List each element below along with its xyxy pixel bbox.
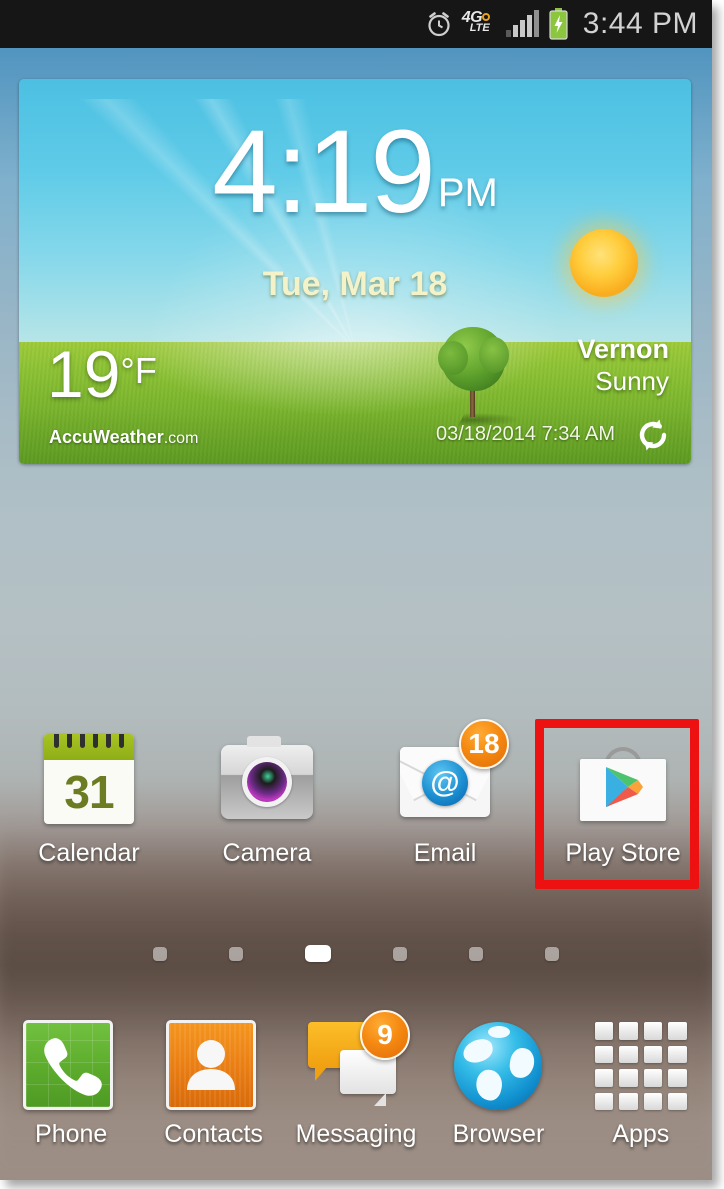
- accuweather-brand[interactable]: AccuWeather.com: [49, 427, 198, 448]
- brand-suffix: .com: [163, 430, 199, 447]
- page-dot-3-active[interactable]: [305, 945, 331, 962]
- dock-label-phone: Phone: [35, 1120, 108, 1148]
- app-label-camera: Camera: [222, 839, 312, 867]
- messaging-icon[interactable]: 9: [308, 1010, 411, 1112]
- dock-label-apps: Apps: [612, 1120, 670, 1148]
- app-icon-play-store[interactable]: Play Store: [534, 718, 712, 890]
- last-updated-text: 03/18/2014 7:34 AM: [435, 423, 615, 445]
- camera-icon[interactable]: [219, 731, 315, 827]
- messaging-unread-badge: 9: [360, 1010, 411, 1060]
- dock-label-browser: Browser: [452, 1120, 545, 1148]
- phone-screen: 4G LTE 3:44 PM 4:19 PM Tue, Mar 18 19°F …: [0, 0, 712, 1180]
- email-unread-badge: 18: [459, 719, 509, 769]
- dock-label-messaging: Messaging: [295, 1120, 417, 1148]
- lte-label: LTE: [469, 22, 490, 34]
- city-name: Vernon: [577, 334, 669, 364]
- calendar-day-number: 31: [64, 766, 114, 818]
- email-icon[interactable]: @ 18: [397, 719, 509, 827]
- page-indicator: [0, 945, 712, 962]
- status-bar-clock: 3:44 PM: [582, 7, 698, 40]
- play-triangle-icon: [606, 766, 643, 807]
- battery-charging-icon: [548, 8, 569, 40]
- weather-clock-widget[interactable]: 4:19 PM Tue, Mar 18 19°F Vernon Sunny Acc…: [19, 79, 691, 464]
- app-label-email: Email: [413, 839, 477, 867]
- play-store-icon[interactable]: [575, 731, 671, 827]
- widget-clock-time: 4:19: [212, 106, 436, 238]
- app-grid-row: 31 Calendar Camera @ 18 Email Play Store: [0, 718, 712, 890]
- weather-condition: Sunny: [595, 365, 669, 396]
- phone-icon[interactable]: [23, 1020, 119, 1112]
- at-symbol: @: [422, 760, 468, 807]
- temperature-value: 19: [47, 337, 121, 411]
- dock-item-messaging[interactable]: 9 Messaging: [285, 1010, 427, 1180]
- tree-graphic: [437, 327, 524, 427]
- contacts-icon[interactable]: [165, 1020, 262, 1112]
- calendar-icon[interactable]: 31: [41, 731, 137, 827]
- status-bar: 4G LTE 3:44 PM: [0, 0, 712, 48]
- dock-item-phone[interactable]: Phone: [0, 1014, 142, 1180]
- apps-grid-icon[interactable]: [593, 1020, 689, 1112]
- alarm-clock-icon: [425, 10, 453, 38]
- signal-bars-icon: [505, 10, 539, 38]
- widget-clock-ampm: PM: [437, 171, 498, 215]
- page-dot-2[interactable]: [229, 946, 243, 961]
- refresh-icon[interactable]: [634, 416, 672, 454]
- app-icon-email[interactable]: @ 18 Email: [356, 718, 534, 890]
- browser-icon[interactable]: [450, 1020, 546, 1112]
- dock-item-apps[interactable]: Apps: [570, 1014, 712, 1180]
- dock-bar: Phone Contacts 9 Messaging Browser Apps: [0, 1010, 712, 1180]
- app-label-calendar: Calendar: [38, 839, 140, 867]
- page-dot-4[interactable]: [393, 946, 407, 961]
- app-label-play-store: Play Store: [565, 839, 681, 867]
- app-icon-camera[interactable]: Camera: [178, 718, 356, 890]
- dock-item-browser[interactable]: Browser: [427, 1014, 569, 1180]
- app-icon-calendar[interactable]: 31 Calendar: [0, 718, 178, 890]
- dock-label-contacts: Contacts: [164, 1120, 263, 1148]
- page-dot-5[interactable]: [469, 946, 483, 961]
- temperature-unit: °F: [120, 350, 157, 391]
- 4g-dot: [481, 13, 490, 21]
- brand-name: AccuWeather: [49, 427, 164, 447]
- 4g-lte-icon: 4G LTE: [462, 9, 496, 38]
- page-dot-6[interactable]: [545, 946, 559, 961]
- page-dot-1[interactable]: [153, 946, 167, 961]
- widget-temperature: 19°F: [47, 341, 157, 407]
- widget-location: Vernon Sunny: [577, 334, 669, 397]
- widget-clock[interactable]: 4:19 PM: [19, 113, 691, 231]
- dock-item-contacts[interactable]: Contacts: [142, 1014, 284, 1180]
- widget-date: Tue, Mar 18: [262, 265, 448, 303]
